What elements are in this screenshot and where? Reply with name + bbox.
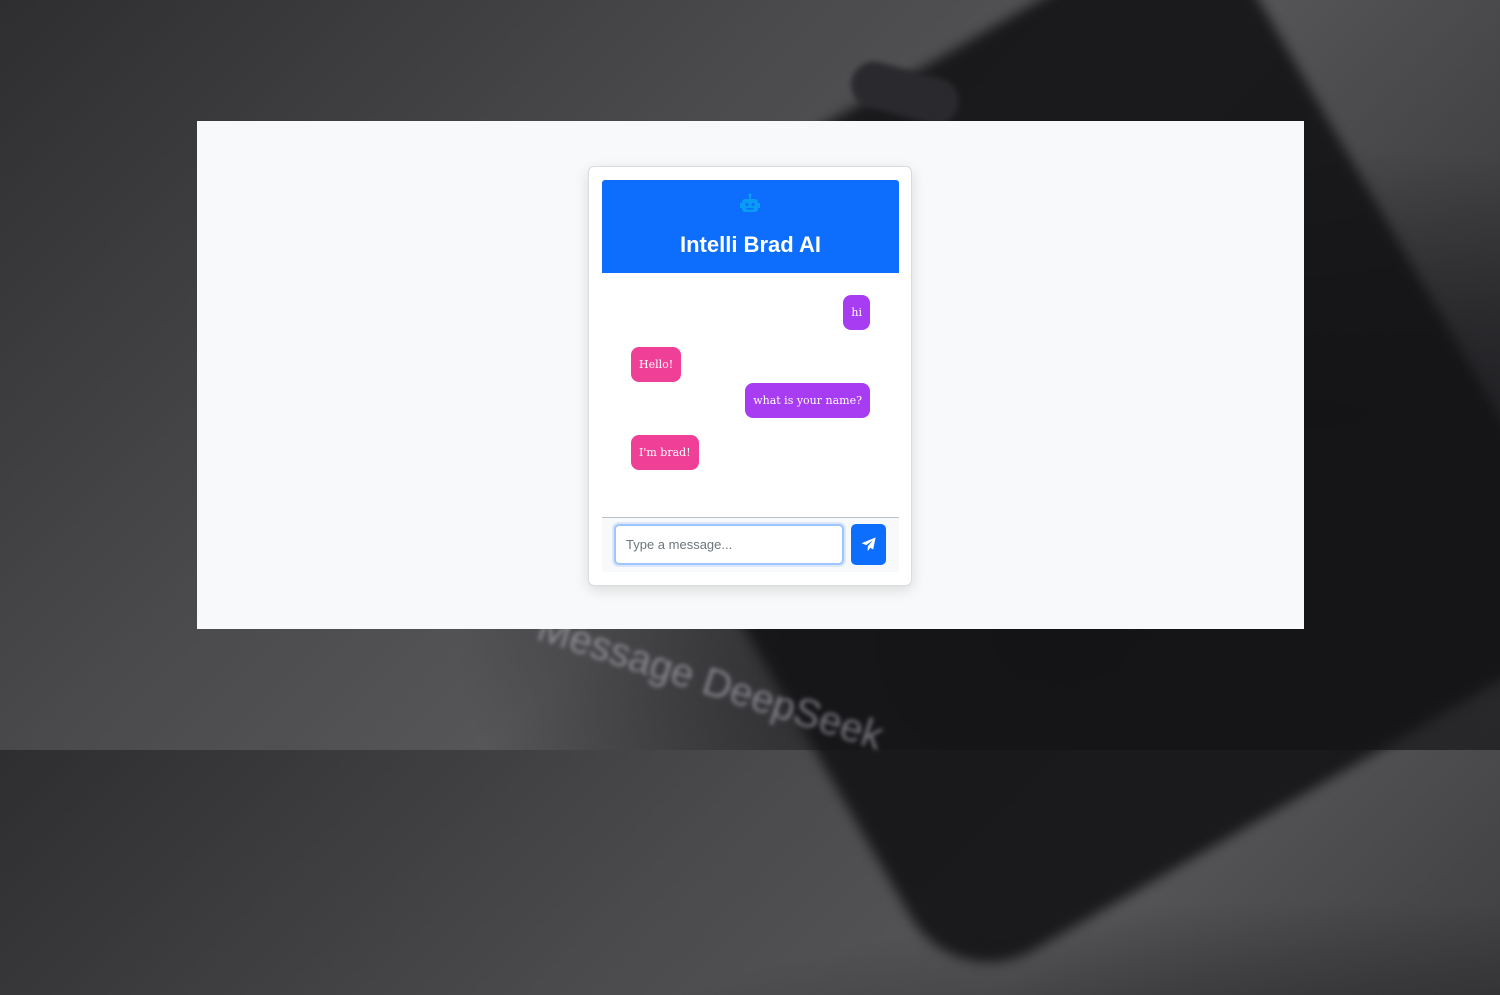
paper-plane-icon	[861, 537, 876, 552]
app-title: Intelli Brad AI	[680, 232, 821, 257]
robot-icon	[740, 193, 760, 212]
message-input[interactable]	[614, 524, 844, 565]
send-button[interactable]	[851, 524, 886, 565]
user-message: what is your name?	[745, 383, 870, 418]
bot-message: I'm brad!	[631, 435, 699, 470]
chat-header: Intelli Brad AI	[602, 180, 899, 273]
chat-card: Intelli Brad AI hi Hello! what is your n…	[588, 166, 912, 586]
bot-message: Hello!	[631, 347, 682, 382]
app-frame: Intelli Brad AI hi Hello! what is your n…	[197, 121, 1304, 629]
composer-bar	[602, 517, 899, 572]
user-message: hi	[843, 295, 870, 330]
message-list: hi Hello! what is your name? I'm brad!	[602, 273, 899, 517]
